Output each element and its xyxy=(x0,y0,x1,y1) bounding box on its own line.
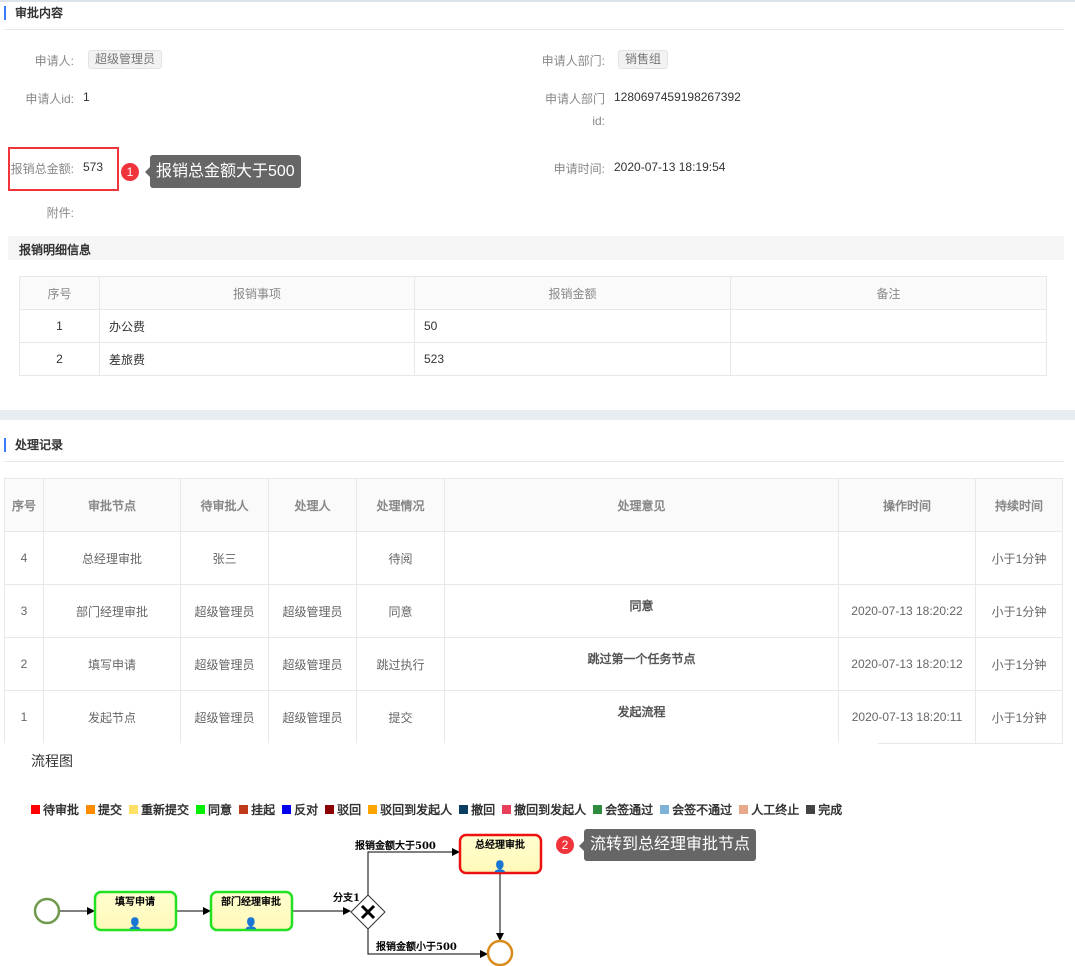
user-icon: 👤 xyxy=(128,917,142,930)
gateway-label: 分支1 xyxy=(333,891,360,904)
svg-text:总经理审批: 总经理审批 xyxy=(475,838,525,851)
edge-label-gt: 报销金额大于500 xyxy=(355,839,436,852)
flow-diagram: 填写申请 👤 部门经理审批 👤 总经理审批 👤 分支1 报销金额大于500 报销金额小… xyxy=(33,833,543,966)
task-dept-approve: 部门经理审批 👤 xyxy=(209,890,294,932)
edge-label-lt: 报销金额小于500 xyxy=(376,940,457,953)
start-event xyxy=(33,897,61,925)
task-fill-apply: 填写申请 👤 xyxy=(93,890,178,932)
annotation-badge-2: 2 xyxy=(556,836,574,854)
svg-text:填写申请: 填写申请 xyxy=(115,895,155,908)
user-icon: 👤 xyxy=(244,917,258,930)
annotation-tooltip-2: 流转到总经理审批节点 xyxy=(578,829,757,861)
svg-text:部门经理审批: 部门经理审批 xyxy=(221,895,281,908)
flow-edge xyxy=(367,848,460,895)
user-icon: 👤 xyxy=(493,860,507,873)
end-event xyxy=(486,939,514,966)
task-gm-approve: 总经理审批 👤 xyxy=(458,833,543,875)
